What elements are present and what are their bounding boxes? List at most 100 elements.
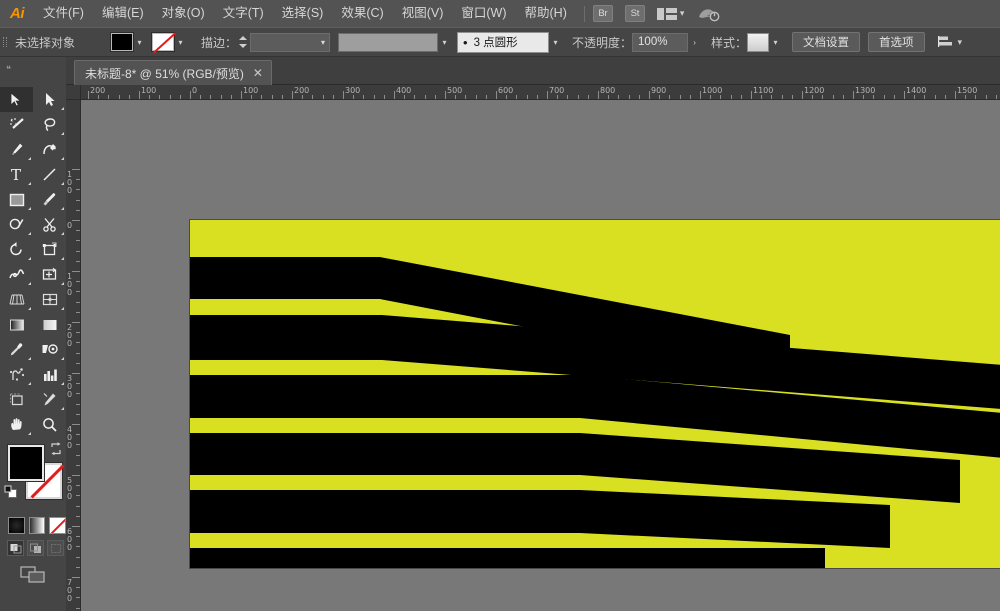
graphic-style-swatch[interactable] (747, 32, 770, 52)
creative-cloud-icon[interactable] (698, 6, 720, 22)
gradient-swatch-tool[interactable] (33, 312, 66, 337)
menu-bar: Ai 文件(F) 编辑(E) 对象(O) 文字(T) 选择(S) 效果(C) 视… (0, 0, 1000, 27)
color-mode-button[interactable] (8, 517, 25, 534)
hand-tool[interactable] (0, 412, 33, 437)
default-fill-stroke-icon[interactable] (4, 485, 18, 499)
tool-panel-collapse-icon[interactable]: ❝ (6, 64, 12, 75)
paintbrush-tool[interactable] (33, 187, 66, 212)
selection-tool[interactable] (0, 87, 33, 112)
canvas-area[interactable] (81, 100, 1000, 611)
fill-color-swatch[interactable] (110, 32, 134, 52)
free-transform-tool[interactable] (33, 237, 66, 262)
style-label: 样式： (711, 35, 748, 50)
menu-type[interactable]: 文字(T) (214, 0, 273, 27)
eyedropper-tool[interactable] (0, 337, 33, 362)
stripe-6[interactable] (190, 548, 825, 568)
shape-builder-tool[interactable] (33, 262, 66, 287)
shaper-tool[interactable] (0, 212, 33, 237)
menu-edit[interactable]: 编辑(E) (93, 0, 153, 27)
options-bar-grip[interactable] (0, 27, 9, 57)
bridge-button[interactable]: Br (592, 5, 613, 22)
draw-behind-button[interactable] (27, 540, 44, 556)
document-tab-title: 未标题-8* @ 51% (RGB/预览) (85, 66, 244, 81)
illustrator-window: Ai 文件(F) 编辑(E) 对象(O) 文字(T) 选择(S) 效果(C) 视… (0, 0, 1000, 611)
artwork-stripes[interactable] (190, 220, 1000, 568)
brush-profile-bullet-icon: • (463, 34, 468, 50)
menu-effect[interactable]: 效果(C) (332, 0, 392, 27)
brush-profile-select[interactable]: • 3 点圆形 (457, 31, 550, 53)
menu-select[interactable]: 选择(S) (273, 0, 333, 27)
pen-tool[interactable] (0, 137, 33, 162)
opacity-label: 不透明度： (572, 35, 633, 50)
lasso-tool[interactable] (33, 112, 66, 137)
none-mode-button[interactable] (49, 517, 67, 534)
document-tab[interactable]: 未标题-8* @ 51% (RGB/预览) ✕ (74, 60, 272, 85)
menu-view[interactable]: 视图(V) (393, 0, 453, 27)
perspective-grid-tool[interactable] (0, 287, 33, 312)
style-chevron-down-icon[interactable]: ▾ (769, 33, 782, 51)
stroke-weight-chevron-down-icon: ▾ (321, 37, 326, 47)
scissors-tool[interactable] (33, 212, 66, 237)
column-graph-tool[interactable] (33, 362, 66, 387)
swap-fill-stroke-icon[interactable] (49, 442, 63, 456)
artboard[interactable] (189, 219, 1000, 569)
width-tool[interactable] (0, 262, 33, 287)
tool-panel-grip[interactable]: ❝ (0, 57, 66, 85)
slice-tool[interactable] (33, 387, 66, 412)
selection-status-label: 未选择对象 (15, 35, 76, 50)
opacity-input[interactable]: 100% (632, 32, 689, 52)
stock-button[interactable]: St (624, 5, 645, 22)
arrange-chevron-down-icon[interactable]: ▾ (680, 8, 685, 19)
fill-color-box[interactable] (7, 444, 45, 482)
vertical-ruler[interactable]: 1000100200300400500600700800 (66, 100, 81, 611)
variable-width-chevron-down-icon[interactable]: ▾ (438, 33, 451, 51)
document-setup-button[interactable]: 文档设置 (792, 32, 861, 52)
draw-normal-button[interactable] (7, 540, 24, 556)
stroke-chevron-down-icon[interactable]: ▾ (174, 33, 187, 51)
zoom-tool[interactable] (33, 412, 66, 437)
menu-help[interactable]: 帮助(H) (516, 0, 576, 27)
direct-selection-tool[interactable] (33, 87, 66, 112)
align-icon[interactable] (937, 35, 954, 49)
magic-wand-tool[interactable] (0, 112, 33, 137)
symbol-sprayer-tool[interactable] (0, 362, 33, 387)
stripe-5[interactable] (190, 490, 890, 548)
document-tab-bar: 未标题-8* @ 51% (RGB/预览) ✕ (66, 57, 1000, 85)
mesh-tool[interactable] (33, 287, 66, 312)
stroke-color-swatch[interactable] (151, 32, 175, 52)
ruler-origin-corner[interactable] (66, 85, 81, 100)
gradient-mode-button[interactable] (28, 517, 46, 534)
arrange-documents-icon[interactable] (656, 7, 677, 21)
control-options-bar: 未选择对象 ▾ ▾ 描边： ▾ ▾ • 3 点圆形 ▾ 不透明度： 100% ›… (0, 27, 1000, 57)
draw-inside-button[interactable] (47, 540, 64, 556)
stroke-weight-select[interactable]: ▾ (250, 32, 331, 52)
variable-width-profile-preview[interactable] (338, 32, 439, 52)
horizontal-ruler[interactable]: 200 100 0 100 200 300 400 500 600 700 800 900 1000 11… (66, 85, 1000, 100)
preferences-button[interactable]: 首选项 (868, 32, 925, 52)
opacity-flyout-icon[interactable]: › (688, 33, 701, 51)
tools-panel: T (0, 85, 67, 611)
menu-divider (583, 5, 585, 22)
svg-text:T: T (11, 167, 21, 182)
menu-object[interactable]: 对象(O) (153, 0, 214, 27)
brush-profile-value: 3 点圆形 (473, 37, 518, 49)
close-icon[interactable]: ✕ (253, 67, 263, 79)
type-tool[interactable]: T (0, 162, 33, 187)
artboard-tool[interactable] (0, 387, 33, 412)
stroke-weight-label: 描边： (201, 35, 238, 50)
app-logo-icon: Ai (10, 5, 25, 22)
menu-window[interactable]: 窗口(W) (452, 0, 515, 27)
line-segment-tool[interactable] (33, 162, 66, 187)
screen-mode-button[interactable] (0, 556, 66, 583)
gradient-tool[interactable] (0, 312, 33, 337)
rotate-tool[interactable] (0, 237, 33, 262)
fill-chevron-down-icon[interactable]: ▾ (133, 33, 146, 51)
fill-stroke-controls (0, 441, 66, 513)
blend-tool[interactable] (33, 337, 66, 362)
curvature-tool[interactable] (33, 137, 66, 162)
align-chevron-down-icon[interactable]: ▾ (958, 37, 963, 48)
rectangle-tool[interactable] (0, 187, 33, 212)
stroke-weight-stepper[interactable] (237, 33, 248, 51)
menu-file[interactable]: 文件(F) (34, 0, 93, 27)
brush-profile-chevron-down-icon[interactable]: ▾ (549, 33, 562, 51)
